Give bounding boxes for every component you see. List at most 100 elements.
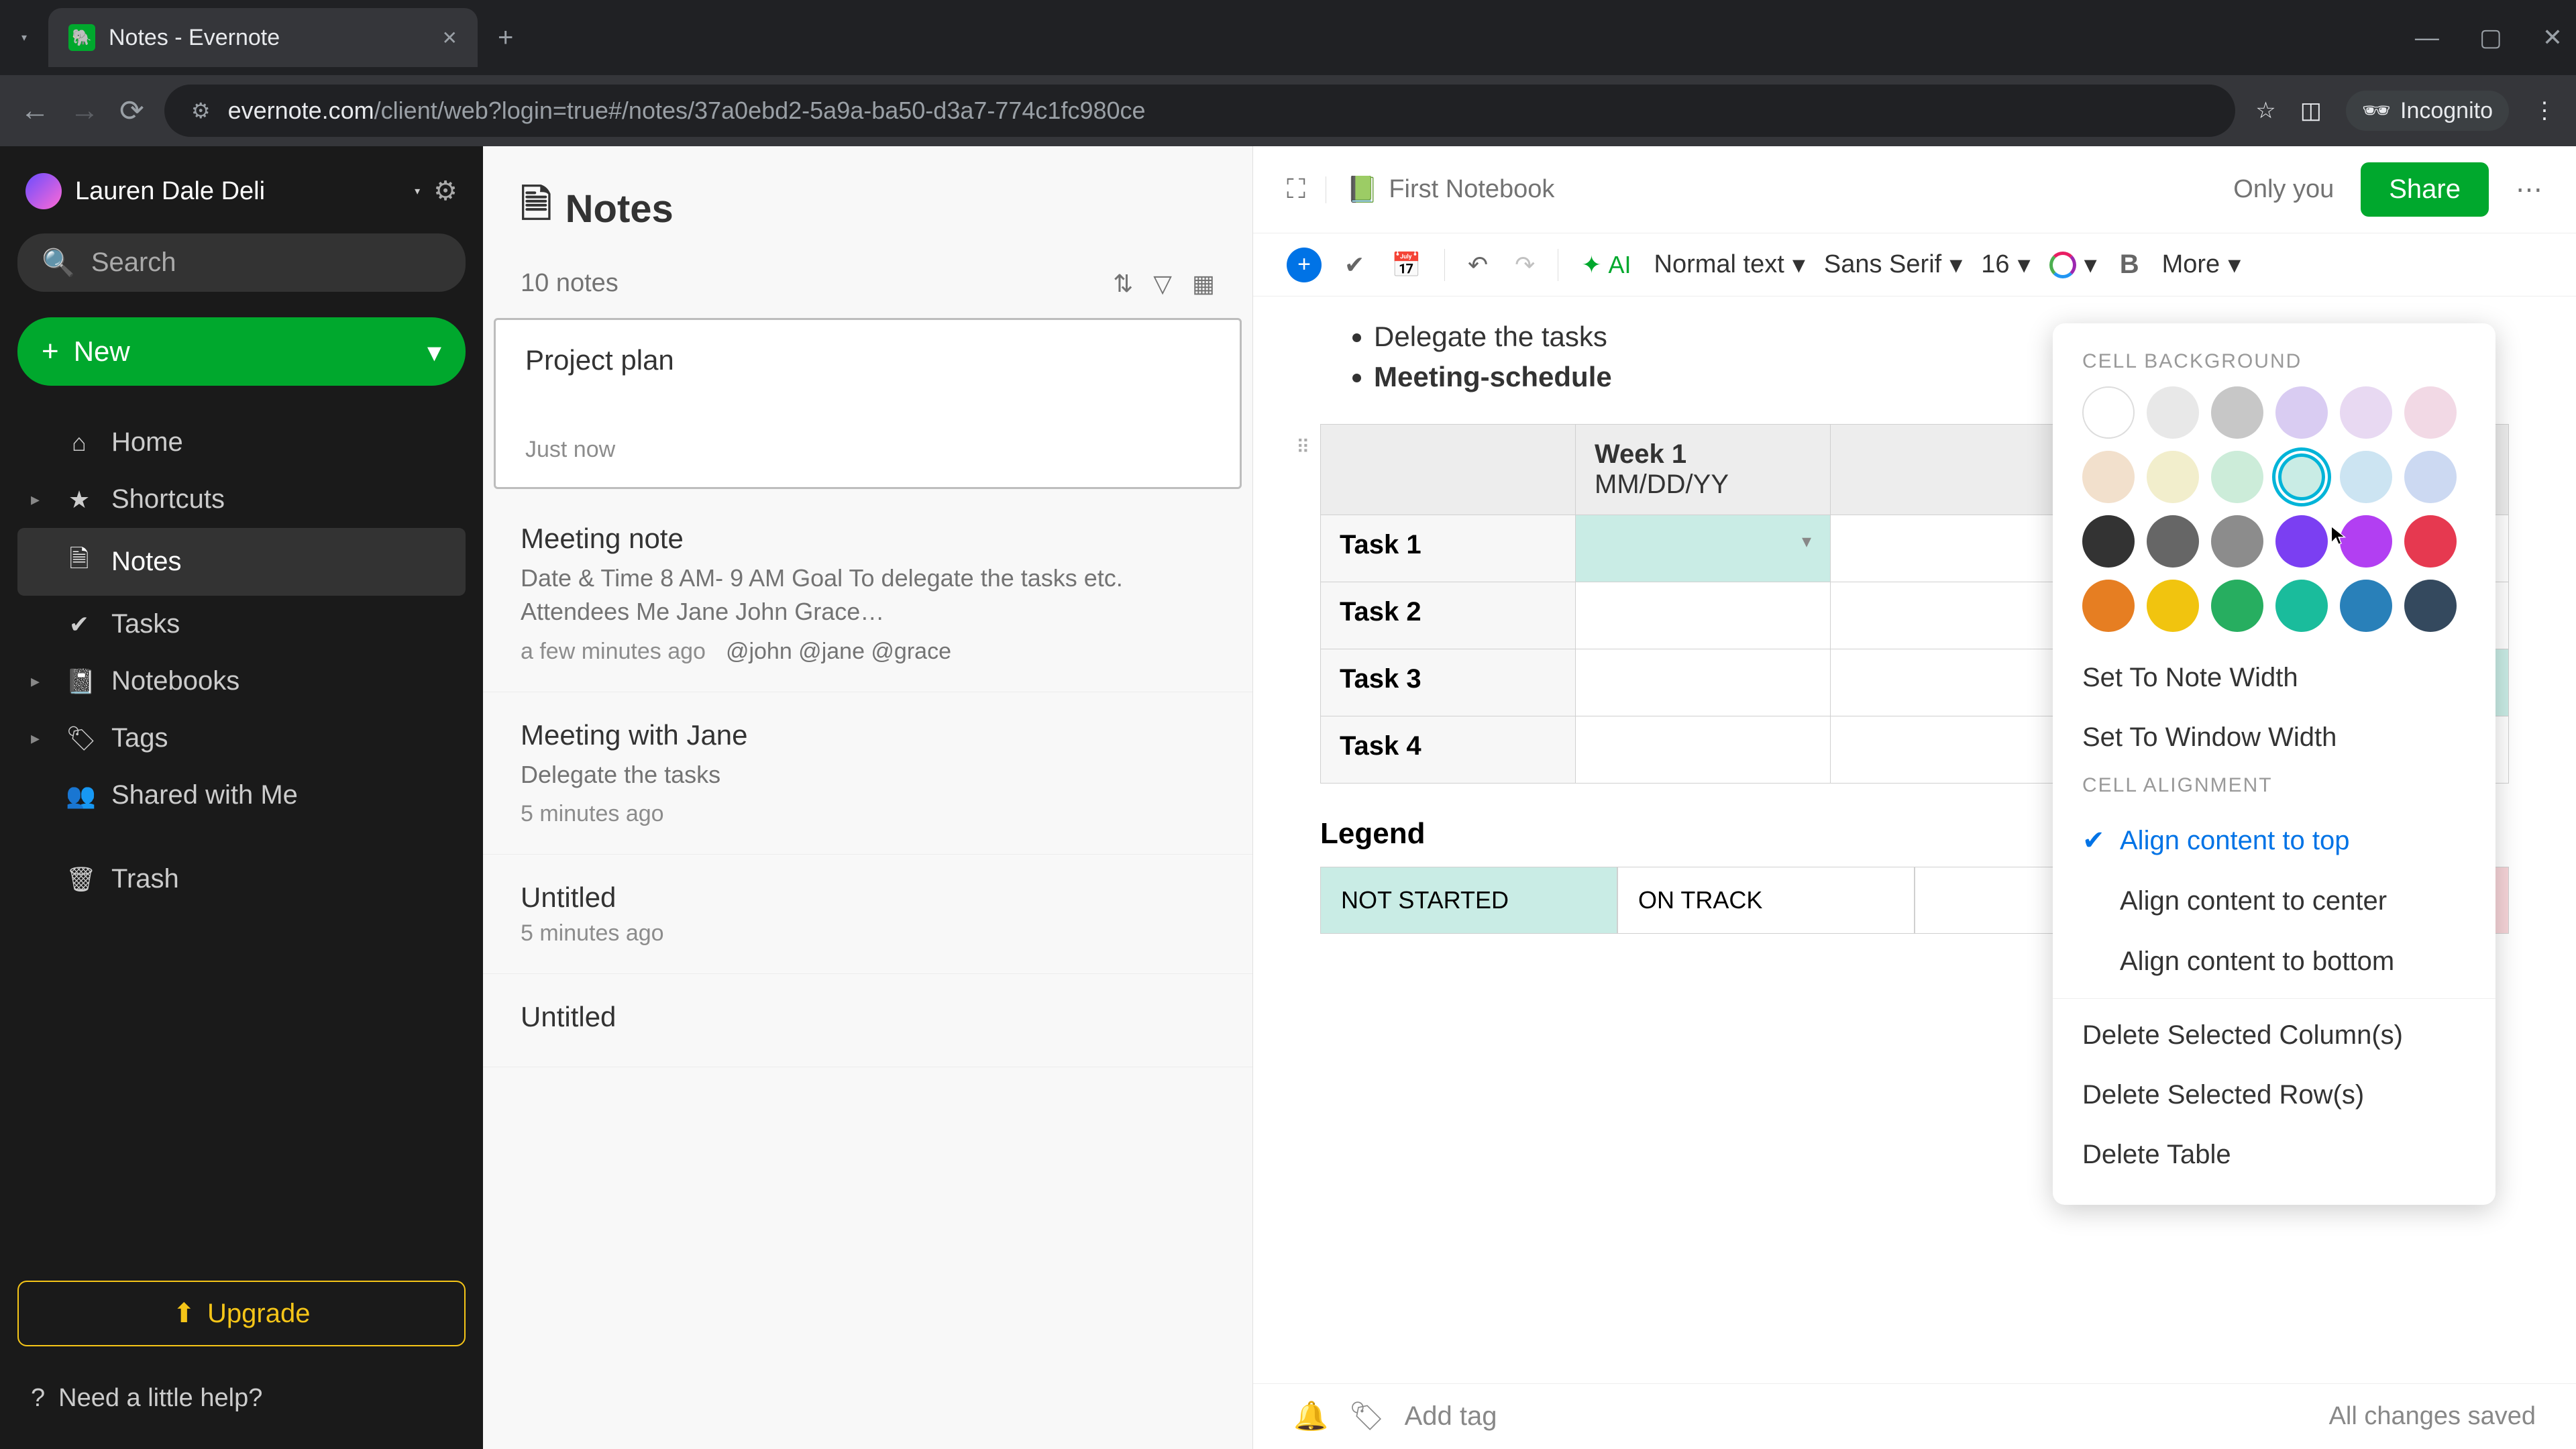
color-swatch[interactable] <box>2147 451 2199 503</box>
align-option[interactable]: ✔Align content to top <box>2053 810 2496 871</box>
set-window-width[interactable]: Set To Window Width <box>2053 708 2496 767</box>
site-controls-icon[interactable]: ⚙ <box>191 98 211 123</box>
expand-icon[interactable]: ▸ <box>31 671 47 692</box>
sidebar-item-notes[interactable]: 🗎Notes <box>17 528 466 596</box>
add-tag-input[interactable]: Add tag <box>1405 1401 1497 1432</box>
color-swatch[interactable] <box>2211 451 2263 503</box>
color-swatch[interactable] <box>2211 580 2263 632</box>
color-swatch[interactable] <box>2275 515 2328 568</box>
task-icon[interactable]: ✔ <box>1340 247 1368 283</box>
color-swatch[interactable] <box>2147 515 2199 568</box>
new-button[interactable]: + New ▾ <box>17 317 466 386</box>
table-cell[interactable] <box>1831 515 2086 582</box>
reminder-icon[interactable]: 🔔 <box>1293 1400 1328 1433</box>
more-icon[interactable]: ⋯ <box>2516 174 2542 205</box>
expand-icon[interactable]: ▸ <box>31 728 47 749</box>
close-window-icon[interactable]: ✕ <box>2542 23 2563 52</box>
table-cell[interactable] <box>1831 716 2086 784</box>
cell-dropdown-icon[interactable]: ▾ <box>1802 530 1811 552</box>
ai-button[interactable]: ✦ AI <box>1577 247 1635 283</box>
color-swatch[interactable] <box>2404 580 2457 632</box>
color-swatch[interactable] <box>2404 515 2457 568</box>
tag-add-icon[interactable]: 🏷 <box>1348 1400 1384 1433</box>
bold-button[interactable]: B <box>2116 246 2143 284</box>
new-tab-button[interactable]: + <box>498 23 513 53</box>
font-size-select[interactable]: 16 ▾ <box>1981 250 2030 280</box>
font-select[interactable]: Sans Serif ▾ <box>1824 250 1962 280</box>
table-cell[interactable]: ▾ <box>1576 515 1831 582</box>
upgrade-button[interactable]: ⬆ Upgrade <box>17 1281 466 1346</box>
color-swatch[interactable] <box>2275 580 2328 632</box>
reload-button[interactable]: ⟳ <box>119 94 144 128</box>
sort-icon[interactable]: ⇅ <box>1113 270 1133 298</box>
address-bar[interactable]: ⚙ evernote.com/client/web?login=true#/no… <box>164 85 2235 137</box>
sidebar-item-trash[interactable]: 🗑Trash <box>17 851 466 908</box>
color-swatch[interactable] <box>2147 386 2199 439</box>
delete-table[interactable]: Delete Table <box>2053 1125 2496 1185</box>
gear-icon[interactable]: ⚙ <box>433 176 458 207</box>
table-cell[interactable] <box>1576 716 1831 784</box>
note-card[interactable]: Project planJust now <box>494 318 1242 489</box>
more-formatting[interactable]: More ▾ <box>2162 250 2241 280</box>
note-card[interactable]: Untitled5 minutes ago <box>483 855 1252 974</box>
note-card[interactable]: Untitled <box>483 974 1252 1067</box>
notebook-selector[interactable]: 📗 First Notebook <box>1346 175 1554 205</box>
align-option[interactable]: ✔Align content to center <box>2053 871 2496 931</box>
sidebar-item-notebooks[interactable]: ▸📓Notebooks <box>17 653 466 710</box>
search-input[interactable]: 🔍 Search <box>17 233 466 292</box>
color-swatch[interactable] <box>2211 515 2263 568</box>
browser-tab[interactable]: 🐘 Notes - Evernote ✕ <box>48 8 478 67</box>
tab-dropdown-icon[interactable]: ▾ <box>13 27 35 48</box>
color-swatch[interactable] <box>2147 580 2199 632</box>
share-status[interactable]: Only you <box>2233 175 2334 204</box>
paragraph-style-select[interactable]: Normal text ▾ <box>1654 250 1805 280</box>
note-card[interactable]: Meeting noteDate & Time 8 AM- 9 AM Goal … <box>483 496 1252 692</box>
insert-button[interactable]: + <box>1287 248 1322 282</box>
table-row-header[interactable]: Task 4 <box>1321 716 1576 784</box>
color-swatch[interactable] <box>2340 451 2392 503</box>
sidebar-item-tags[interactable]: ▸🏷Tags <box>17 710 466 767</box>
color-swatch[interactable] <box>2404 386 2457 439</box>
table-cell[interactable] <box>1831 649 2086 716</box>
table-row-header[interactable]: Task 3 <box>1321 649 1576 716</box>
color-swatch[interactable] <box>2082 515 2135 568</box>
color-swatch[interactable] <box>2275 451 2328 503</box>
maximize-icon[interactable]: ▢ <box>2479 23 2502 52</box>
color-swatch[interactable] <box>2211 386 2263 439</box>
drag-handle-icon[interactable]: ⠿ <box>1296 436 1310 458</box>
calendar-icon[interactable]: 📅 <box>1387 247 1426 283</box>
set-note-width[interactable]: Set To Note Width <box>2053 648 2496 708</box>
delete-columns[interactable]: Delete Selected Column(s) <box>2053 1006 2496 1065</box>
color-swatch[interactable] <box>2340 515 2392 568</box>
color-swatch[interactable] <box>2404 451 2457 503</box>
view-icon[interactable]: ▦ <box>1192 270 1215 298</box>
sidebar-item-tasks[interactable]: ✔Tasks <box>17 596 466 653</box>
incognito-badge[interactable]: 🕶 Incognito <box>2346 91 2509 131</box>
forward-button[interactable]: → <box>70 94 99 127</box>
table-cell[interactable] <box>1831 582 2086 649</box>
help-button[interactable]: ? Need a little help? <box>17 1368 466 1429</box>
expand-icon[interactable]: ⛶ <box>1287 174 1305 205</box>
sidepanel-icon[interactable]: ◫ <box>2300 97 2322 124</box>
minimize-icon[interactable]: — <box>2415 23 2439 52</box>
table-cell[interactable] <box>1576 582 1831 649</box>
back-button[interactable]: ← <box>20 94 50 127</box>
kebab-menu-icon[interactable]: ⋮ <box>2533 97 2556 124</box>
table-cell[interactable] <box>1576 649 1831 716</box>
color-select[interactable]: ▾ <box>2049 250 2097 280</box>
align-option[interactable]: ✔Align content to bottom <box>2053 931 2496 991</box>
filter-icon[interactable]: ▽ <box>1153 270 1172 298</box>
expand-icon[interactable]: ▸ <box>31 489 47 510</box>
delete-rows[interactable]: Delete Selected Row(s) <box>2053 1065 2496 1125</box>
undo-button[interactable]: ↶ <box>1464 247 1492 283</box>
table-row-header[interactable]: Task 2 <box>1321 582 1576 649</box>
color-swatch[interactable] <box>2082 386 2135 439</box>
sidebar-item-shortcuts[interactable]: ▸★Shortcuts <box>17 471 466 528</box>
color-swatch[interactable] <box>2082 451 2135 503</box>
sidebar-item-home[interactable]: ⌂Home <box>17 414 466 471</box>
redo-button[interactable]: ↷ <box>1511 247 1539 283</box>
color-swatch[interactable] <box>2082 580 2135 632</box>
note-card[interactable]: Meeting with JaneDelegate the tasks5 min… <box>483 692 1252 855</box>
sidebar-item-shared-with-me[interactable]: 👥Shared with Me <box>17 767 466 824</box>
table-row-header[interactable]: Task 1 <box>1321 515 1576 582</box>
